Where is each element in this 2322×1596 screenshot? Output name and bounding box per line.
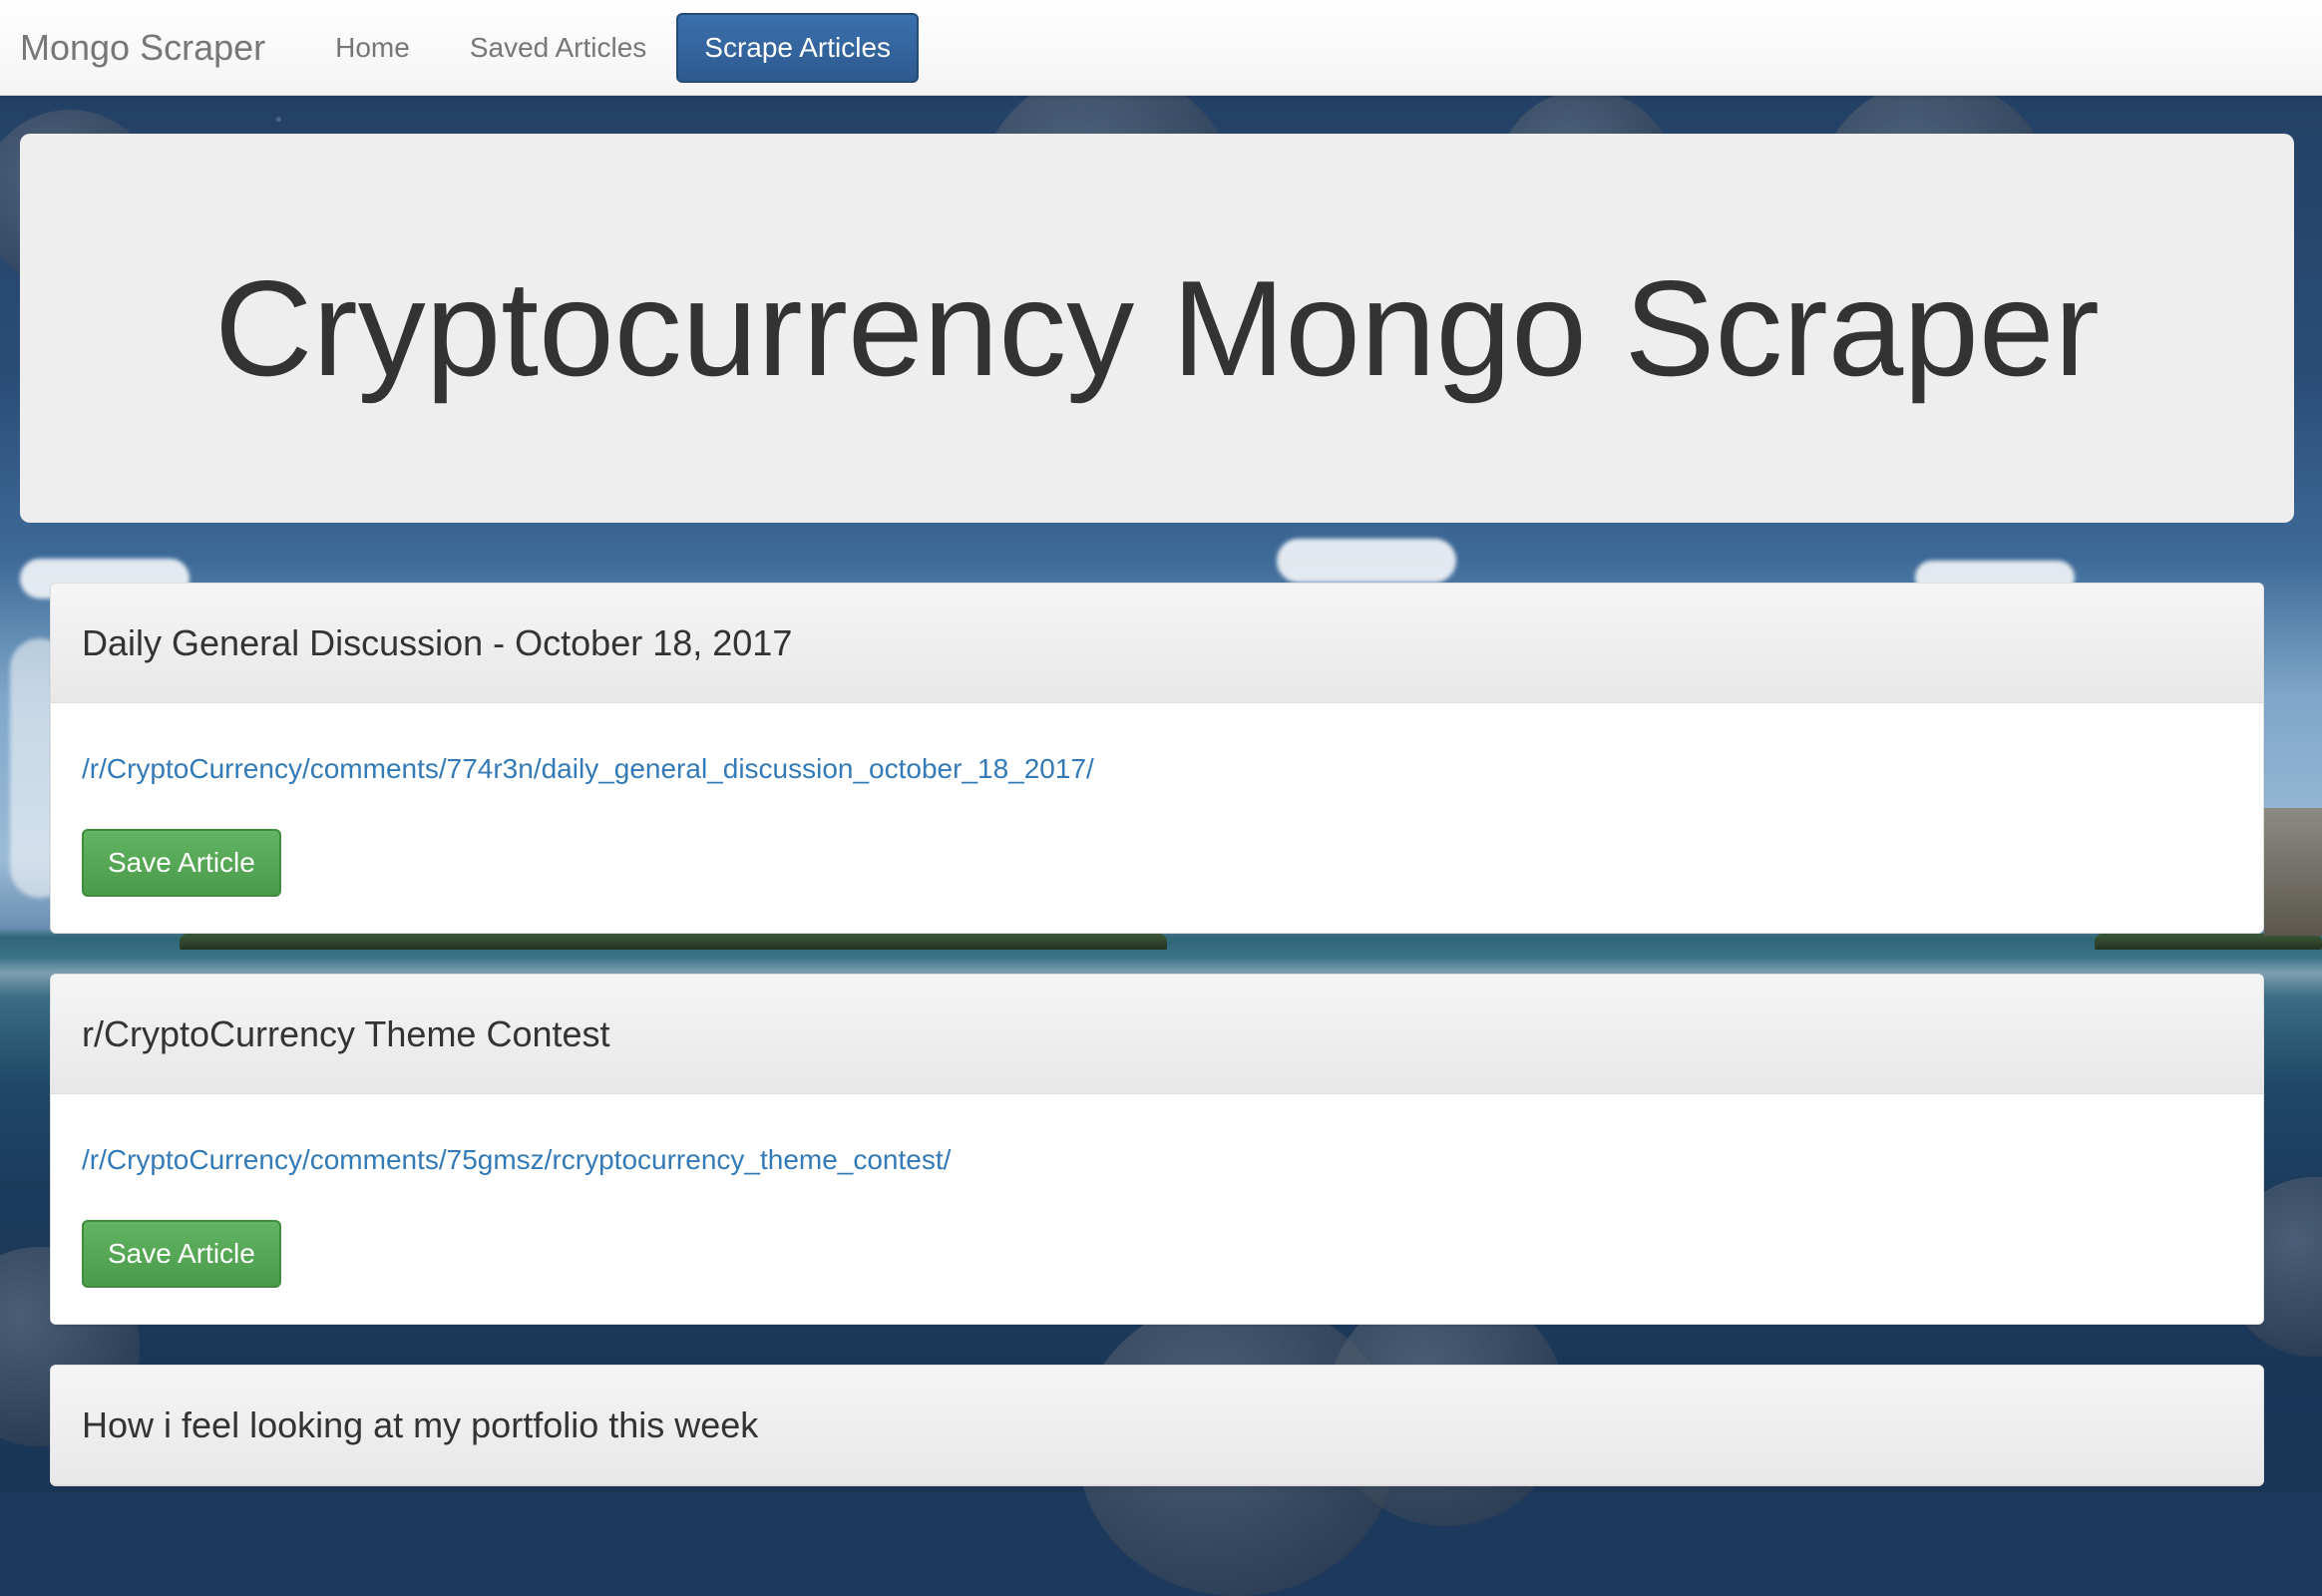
article-panel-heading: Daily General Discussion - October 18, 2… [51,584,2263,703]
article-panel: r/CryptoCurrency Theme Contest /r/Crypto… [50,974,2264,1325]
article-title: r/CryptoCurrency Theme Contest [82,1012,610,1054]
article-link[interactable]: /r/CryptoCurrency/comments/774r3n/daily_… [82,753,1094,785]
save-article-button[interactable]: Save Article [82,829,281,897]
cloud-decoration [1277,539,1456,583]
article-panel: Daily General Discussion - October 18, 2… [50,583,2264,934]
scrape-articles-button[interactable]: Scrape Articles [676,12,920,83]
article-panel-heading: How i feel looking at my portfolio this … [51,1366,2263,1485]
save-article-button[interactable]: Save Article [82,1220,281,1288]
article-panel-heading: r/CryptoCurrency Theme Contest [51,975,2263,1094]
article-panel: How i feel looking at my portfolio this … [50,1365,2264,1486]
article-title: How i feel looking at my portfolio this … [82,1403,759,1445]
nav-link-home[interactable]: Home [305,0,440,96]
article-list: Daily General Discussion - October 18, 2… [50,583,2264,1526]
city-skyline-decoration [2264,808,2322,936]
article-title: Daily General Discussion - October 18, 2… [82,621,793,663]
article-panel-body: /r/CryptoCurrency/comments/75gmsz/rcrypt… [51,1094,2263,1324]
page-title: Cryptocurrency Mongo Scraper [214,252,2100,404]
article-link[interactable]: /r/CryptoCurrency/comments/75gmsz/rcrypt… [82,1144,951,1176]
top-navbar: Mongo Scraper Home Saved Articles Scrape… [0,0,2322,96]
article-panel-body: /r/CryptoCurrency/comments/774r3n/daily_… [51,703,2263,933]
navbar-brand[interactable]: Mongo Scraper [20,27,265,69]
nav-link-saved-articles[interactable]: Saved Articles [440,0,676,96]
jumbotron: Cryptocurrency Mongo Scraper [20,134,2294,523]
